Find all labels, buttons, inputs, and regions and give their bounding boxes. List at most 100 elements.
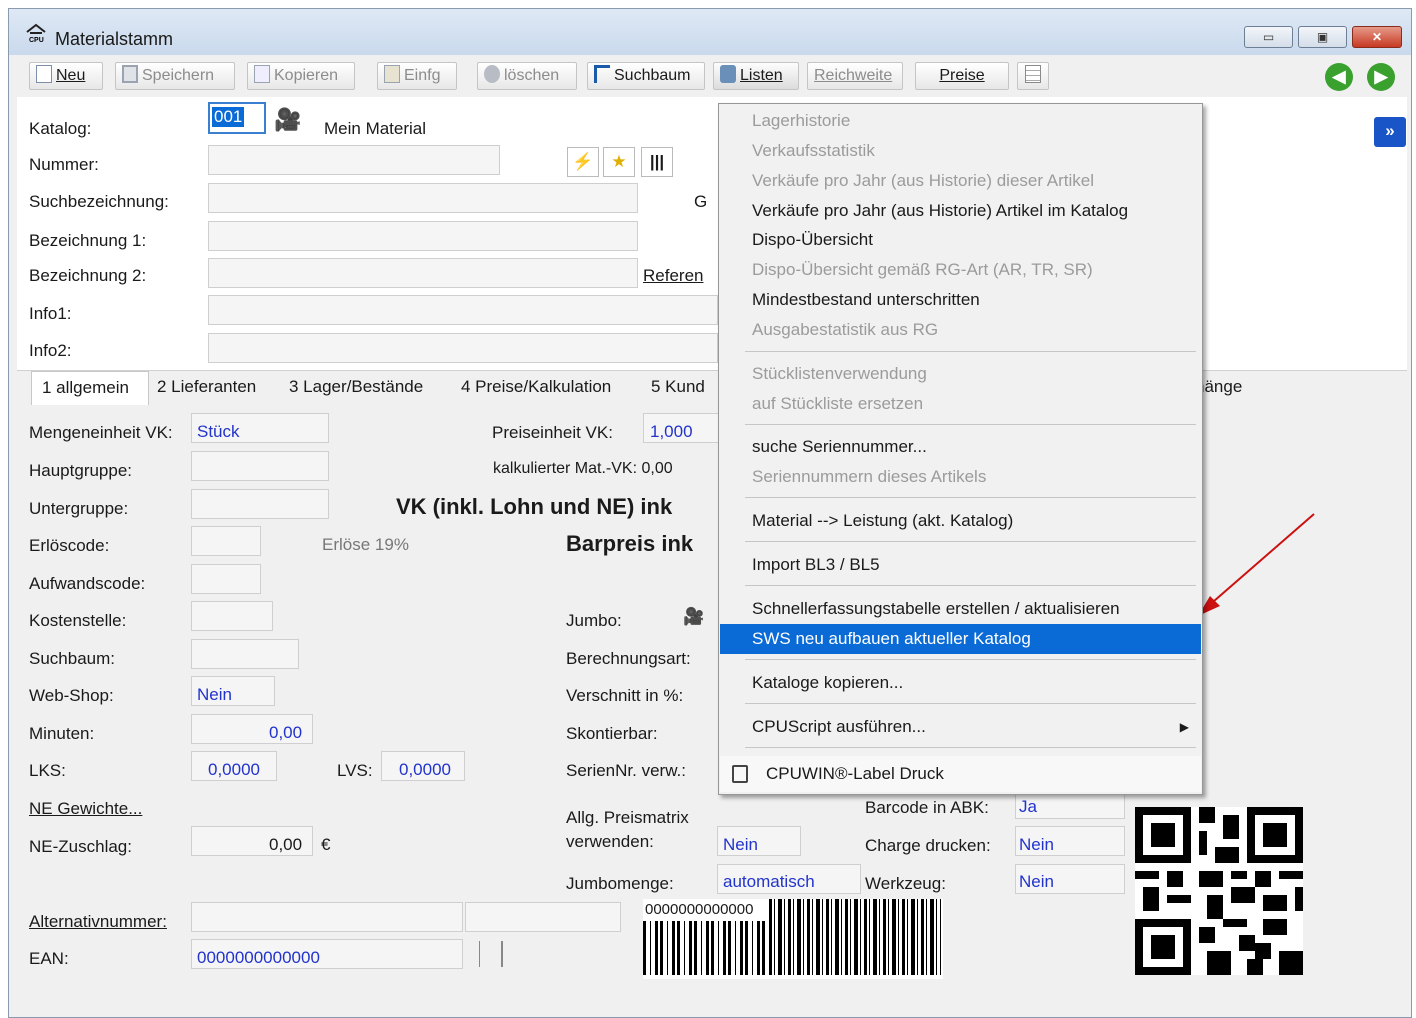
katalog-input[interactable]: 001 — [208, 102, 266, 134]
tab-lager[interactable]: 3 Lager/Bestände — [289, 371, 423, 405]
back-arrow-icon[interactable]: ◀ — [1325, 63, 1353, 91]
bezeichnung2-input[interactable] — [208, 258, 638, 288]
tab-kunden[interactable]: 5 Kund — [651, 371, 705, 405]
expand-panel-icon[interactable]: » — [1374, 117, 1406, 147]
barcode-icon[interactable]: ||| — [641, 147, 673, 177]
materialstamm-window: CPU Materialstamm ▭ ▣ ✕ Neu Speichern Ko… — [8, 8, 1412, 1018]
lvs-value: 0,0000 — [399, 760, 451, 779]
info1-label: Info1: — [29, 304, 72, 323]
menu-item-seriennummern-artikel[interactable]: Seriennummern dieses Artikels — [720, 462, 1201, 492]
preiseinheit-label: Preiseinheit VK: — [492, 423, 613, 442]
menu-item-verkaeufe-katalog[interactable]: Verkäufe pro Jahr (aus Historie) Artikel… — [720, 196, 1201, 226]
untergruppe-label: Untergruppe: — [29, 499, 129, 518]
menu-item-ausgabestatistik[interactable]: Ausgabestatistik aus RG — [720, 315, 1201, 345]
nummer-label: Nummer: — [29, 155, 99, 174]
binoculars-icon[interactable]: 🎥 — [274, 107, 301, 133]
bezeichnung1-input[interactable] — [208, 221, 638, 251]
lks-label: LKS: — [29, 761, 66, 780]
menu-item-sws-neu-aufbauen[interactable]: SWS neu aufbauen aktueller Katalog — [720, 624, 1201, 654]
erloescode-input[interactable] — [191, 526, 261, 556]
bezeichnung2-label: Bezeichnung 2: — [29, 266, 147, 285]
werkzeug-label: Werkzeug: — [865, 874, 946, 893]
menu-item-dispo-rg-art[interactable]: Dispo-Übersicht gemäß RG-Art (AR, TR, SR… — [720, 255, 1201, 285]
ean-label: EAN: — [29, 949, 69, 968]
ean-barcode-small-icon[interactable] — [479, 941, 503, 967]
menu-separator — [745, 424, 1196, 425]
suchbaum-button[interactable]: Suchbaum — [587, 62, 705, 90]
suchbaum-input[interactable] — [191, 639, 299, 669]
menu-item-verkaufsstatistik[interactable]: Verkaufsstatistik — [720, 136, 1201, 166]
jumbo-binoculars-icon[interactable]: 🎥 — [683, 607, 704, 627]
alternativnummer-label: Alternativnummer: — [29, 912, 167, 931]
nummer-input[interactable] — [208, 145, 500, 175]
menu-item-verkaeufe-artikel[interactable]: Verkäufe pro Jahr (aus Historie) dieser … — [720, 166, 1201, 196]
menu-item-stueckliste-ersetzen[interactable]: auf Stückliste ersetzen — [720, 389, 1201, 419]
menu-item-kataloge-kopieren[interactable]: Kataloge kopieren... — [720, 668, 1201, 698]
barcode-abk-label: Barcode in ABK: — [865, 798, 989, 817]
table-button[interactable] — [1017, 62, 1049, 90]
info1-input[interactable] — [208, 295, 718, 325]
untergruppe-input[interactable] — [191, 489, 329, 519]
menu-item-label-druck[interactable]: CPUWIN®-Label Druck — [720, 756, 1201, 792]
lightning-icon[interactable]: ⚡ — [567, 147, 599, 177]
reichweite-button[interactable]: Reichweite — [807, 62, 903, 90]
insert-button[interactable]: Einfg — [377, 62, 457, 90]
copy-button[interactable]: Kopieren — [247, 62, 355, 90]
ne-gewichte-link[interactable]: NE Gewichte... — [29, 799, 142, 819]
bezeichnung1-label: Bezeichnung 1: — [29, 231, 147, 250]
suchbezeichnung-input[interactable] — [208, 183, 638, 213]
webshop-value: Nein — [197, 685, 232, 704]
minuten-value: 0,00 — [269, 723, 303, 742]
alternativnummer-input[interactable] — [191, 902, 463, 932]
lvs-label: LVS: — [337, 761, 373, 780]
title-bar: CPU Materialstamm ▭ ▣ ✕ — [9, 9, 1411, 55]
menu-item-import-bl3-bl5[interactable]: Import BL3 / BL5 — [720, 550, 1201, 580]
menu-item-schnellerfassungstabelle[interactable]: Schnellerfassungstabelle erstellen / akt… — [720, 594, 1201, 624]
save-icon — [122, 65, 138, 84]
info2-label: Info2: — [29, 341, 72, 360]
charge-label: Charge drucken: — [865, 836, 991, 855]
seriennr-label: SerienNr. verw.: — [566, 761, 686, 780]
menu-item-cpuscript[interactable]: CPUScript ausführen... ▶ — [720, 712, 1201, 742]
preiseinheit-value: 1,000 — [650, 422, 693, 441]
tab-preise-kalkulation[interactable]: 4 Preise/Kalkulation — [461, 371, 611, 405]
delete-button[interactable]: löschen — [477, 62, 577, 90]
menu-item-material-leistung[interactable]: Material --> Leistung (akt. Katalog) — [720, 506, 1201, 536]
new-button[interactable]: Neu — [29, 62, 103, 90]
save-button[interactable]: Speichern — [115, 62, 235, 90]
kostenstelle-input[interactable] — [191, 601, 273, 631]
preise-button[interactable]: Preise — [915, 62, 1009, 90]
ne-zuschlag-value: 0,00 — [269, 835, 303, 854]
info2-input[interactable] — [208, 333, 718, 363]
allg-preismatrix-label-2: verwenden: — [566, 832, 654, 851]
minimize-button[interactable]: ▭ — [1244, 26, 1293, 48]
allg-preismatrix-value: Nein — [723, 835, 758, 854]
menu-item-mindestbestand[interactable]: Mindestbestand unterschritten — [720, 285, 1201, 315]
maximize-button[interactable]: ▣ — [1298, 26, 1347, 48]
close-button[interactable]: ✕ — [1352, 26, 1402, 48]
menu-item-suche-seriennummer[interactable]: suche Seriennummer... — [720, 432, 1201, 462]
jumbomenge-label: Jumbomenge: — [566, 874, 674, 893]
forward-arrow-icon[interactable]: ▶ — [1367, 63, 1395, 91]
qr-code — [1135, 807, 1303, 975]
menu-item-lagerhistorie[interactable]: Lagerhistorie — [720, 106, 1201, 136]
referenz-link[interactable]: Referen — [643, 266, 703, 286]
kalk-mat-vk-text: kalkulierter Mat.-VK: 0,00 — [493, 460, 673, 477]
tab-allgemein[interactable]: 1 allgemein — [31, 371, 149, 405]
hauptgruppe-input[interactable] — [191, 451, 329, 481]
printer-icon — [720, 65, 736, 84]
star-icon[interactable]: ★ — [603, 147, 635, 177]
copy-icon — [254, 65, 270, 84]
alternativnummer-input-2[interactable] — [465, 902, 621, 932]
delete-icon — [484, 65, 500, 84]
tab-lieferanten[interactable]: 2 Lieferanten — [157, 371, 256, 405]
menu-item-dispo-uebersicht[interactable]: Dispo-Übersicht — [720, 225, 1201, 255]
submenu-arrow-icon: ▶ — [1179, 720, 1189, 734]
menu-separator — [745, 747, 1196, 748]
jumbomenge-value: automatisch — [723, 872, 815, 891]
annotation-arrow — [1198, 513, 1315, 616]
aufwandscode-input[interactable] — [191, 564, 261, 594]
vk-inkl-text: VK (inkl. Lohn und NE) ink — [396, 494, 673, 519]
listen-button[interactable]: Listen — [713, 62, 799, 90]
menu-item-stuecklistenverwendung[interactable]: Stücklistenverwendung — [720, 359, 1201, 389]
